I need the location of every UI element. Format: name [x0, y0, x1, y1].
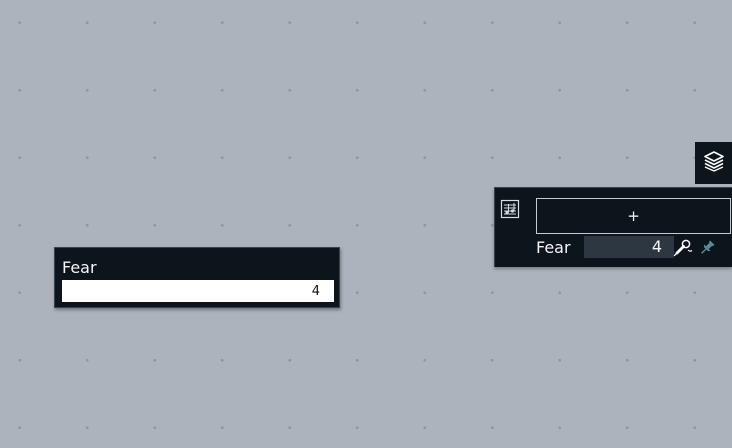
- row-label: Fear: [536, 238, 571, 257]
- property-panel: + Fear 4: [494, 187, 732, 267]
- music-notes-icon[interactable]: [500, 199, 520, 223]
- pin-icon[interactable]: [698, 239, 716, 261]
- add-button[interactable]: +: [536, 198, 731, 234]
- row-value-field[interactable]: 4: [584, 236, 674, 258]
- canvas-node-fear[interactable]: Fear 4: [54, 247, 340, 308]
- node-label: Fear: [62, 258, 97, 277]
- node-value-field[interactable]: 4: [62, 280, 334, 302]
- layers-icon: [703, 150, 725, 176]
- microphone-icon[interactable]: [673, 239, 693, 261]
- layers-button[interactable]: [695, 142, 732, 184]
